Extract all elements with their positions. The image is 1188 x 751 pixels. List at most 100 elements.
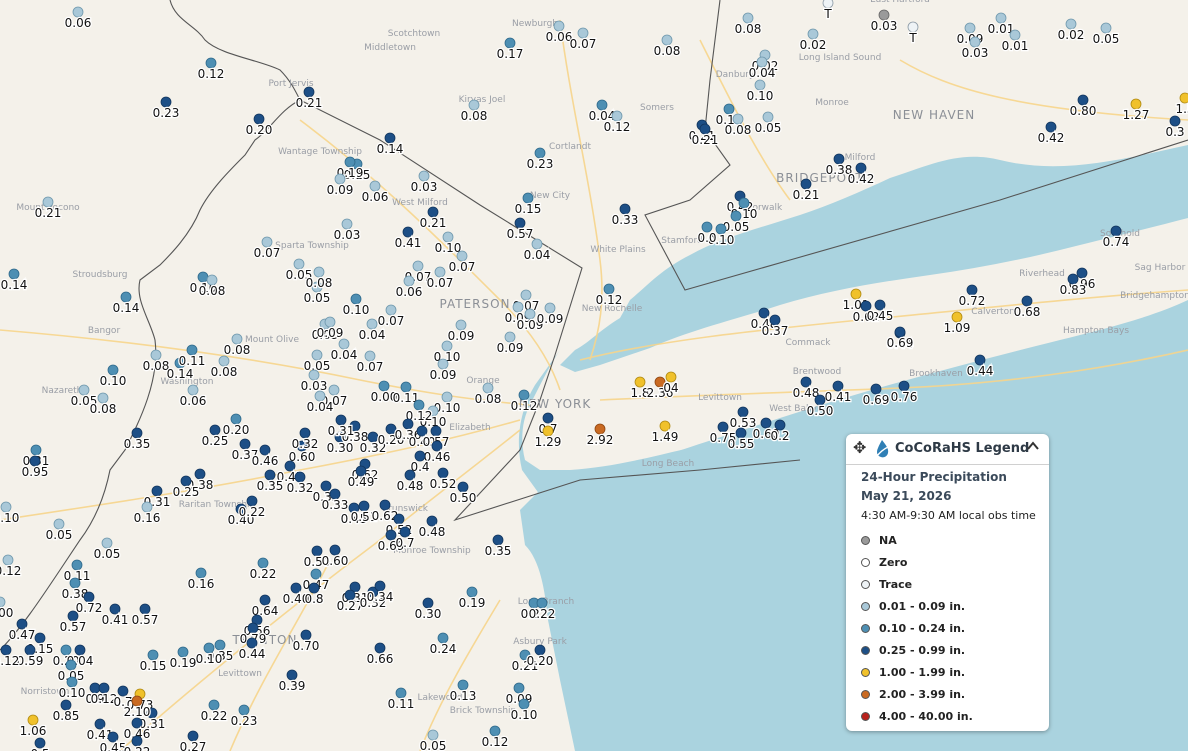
legend-item-label: 0.01 - 0.09 in. [879,599,966,613]
station-value: 0.03 [962,46,989,60]
station-value: 1.5 [1175,102,1188,116]
legend-title: CoCoRaHS Legend [895,441,1030,456]
legend-item-label: Trace [879,577,913,591]
place-label-hampton-bays: Hampton Bays [1063,326,1129,336]
station-value: 0.39 [279,679,306,693]
station-value: 0.41 [825,390,852,404]
station-value: 0.47 [9,628,36,642]
station-value: 0.12 [0,654,19,668]
station-value: 0.16 [188,577,215,591]
station-value: 0.03 [871,19,898,33]
station-value: 0.59 [17,654,44,668]
station-value: 0.35 [485,544,512,558]
station-value: 0.72 [76,601,103,615]
legend-swatch [861,579,870,589]
legend-item: 1.00 - 1.99 in. [861,661,1049,683]
legend-panel[interactable]: ✥ CoCoRaHS Legend 24-Hour Precipitation … [846,434,1049,731]
station-value: 0.21 [35,206,62,220]
station-marker[interactable]: T [907,21,919,46]
place-label-bangor: Bangor [88,326,121,336]
station-value: 0.11 [388,697,415,711]
place-label-new-haven: NEW HAVEN [893,108,975,122]
station-value: 0.69 [887,336,914,350]
station-value: 0.05 [755,121,782,135]
station-value: 0.05 [304,291,331,305]
station-marker[interactable]: T [822,0,834,22]
legend-item-label: 0.10 - 0.24 in. [879,621,966,635]
station-value: 0.41 [102,613,129,627]
station-value: 0.08 [199,284,226,298]
station-value: 0.10 [343,303,370,317]
station-value: 0.10 [435,241,462,255]
legend-item-label: 0.25 - 0.99 in. [879,643,966,657]
place-label-elizabeth: Elizabeth [449,423,490,433]
place-label-brick: Brick Township [450,706,517,716]
place-label-white-plains: White Plains [590,245,646,255]
station-value: 0.35 [124,437,151,451]
station-value: 0.09 [497,341,524,355]
station-value: 0.50 [450,491,477,505]
station-value: 1.27 [1123,108,1150,122]
place-label-levittown-ny: Levittown [698,393,742,403]
station-value: 0.72 [959,294,986,308]
station-value: 0.7 [395,536,414,550]
place-label-li-sound: Long Island Sound [799,53,882,63]
station-value: 0.60 [322,554,349,568]
station-value: 0.10 [747,89,774,103]
legend-item-label: Zero [879,555,908,569]
chevron-up-icon[interactable] [1025,438,1041,454]
station-value: 0.14 [167,367,194,381]
station-value: 0.14 [1,278,28,292]
station-value: 0.25 [173,485,200,499]
station-value: 0.06 [180,394,207,408]
station-value: 0.48 [397,479,424,493]
station-value: 0.04 [359,328,386,342]
legend-swatch [861,601,870,611]
station-value: 0.07 [254,246,281,260]
station-value: 0.12 [0,564,21,578]
legend-item-label: 4.00 - 40.00 in. [879,709,973,723]
place-label-orange: Orange [466,376,500,386]
legend-swatch [861,667,870,677]
station-value: 1.06 [20,724,47,738]
station-value: 0.09 [317,326,344,340]
station-value: 0.52 [430,477,457,491]
station-value: 0.42 [1038,131,1065,145]
station-value: 2.92 [587,433,614,447]
legend-heading: 24-Hour Precipitation [861,470,1007,484]
station-value: 0.57 [507,227,534,241]
station-value: 0.05 [46,528,73,542]
station-value: 0.44 [967,364,994,378]
station-value: 0.08 [735,22,762,36]
place-label-brookhaven: Brookhaven [909,369,963,379]
station-value: 0.06 [362,190,389,204]
legend-item: 4.00 - 40.00 in. [861,705,1049,727]
station-value: 0.85 [53,709,80,723]
station-value: 0.83 [1060,283,1087,297]
station-value: 0.09 [430,368,457,382]
legend-header: ✥ CoCoRaHS Legend [846,434,1049,465]
station-value: 0.22 [201,709,228,723]
station-value: 0.04 [307,400,334,414]
station-value: 0.09 [448,329,475,343]
place-label-sparta: Sparta Township [275,241,349,251]
station-value: 0.09 [327,183,354,197]
station-value: 0.07 [427,276,454,290]
legend-date: May 21, 2026 [861,489,952,503]
station-value: 0.03 [301,379,328,393]
station-value: 0.08 [306,276,333,290]
station-value: 0.23 [153,106,180,120]
move-icon[interactable]: ✥ [853,438,866,457]
place-label-calverton: Calverton [971,307,1015,317]
station-value: 0.33 [612,213,639,227]
place-label-commack: Commack [786,338,832,348]
station-value: 0.15 [140,659,167,673]
station-value: 1.29 [535,435,562,449]
legend-item-label: 2.00 - 3.99 in. [879,687,966,701]
legend-swatch [861,689,870,699]
station-value: 0.16 [134,511,161,525]
station-value: 0.95 [22,465,49,479]
place-label-milford: Milford [845,153,876,163]
station-value: 0.08 [211,365,238,379]
station-value: 0.12 [604,120,631,134]
